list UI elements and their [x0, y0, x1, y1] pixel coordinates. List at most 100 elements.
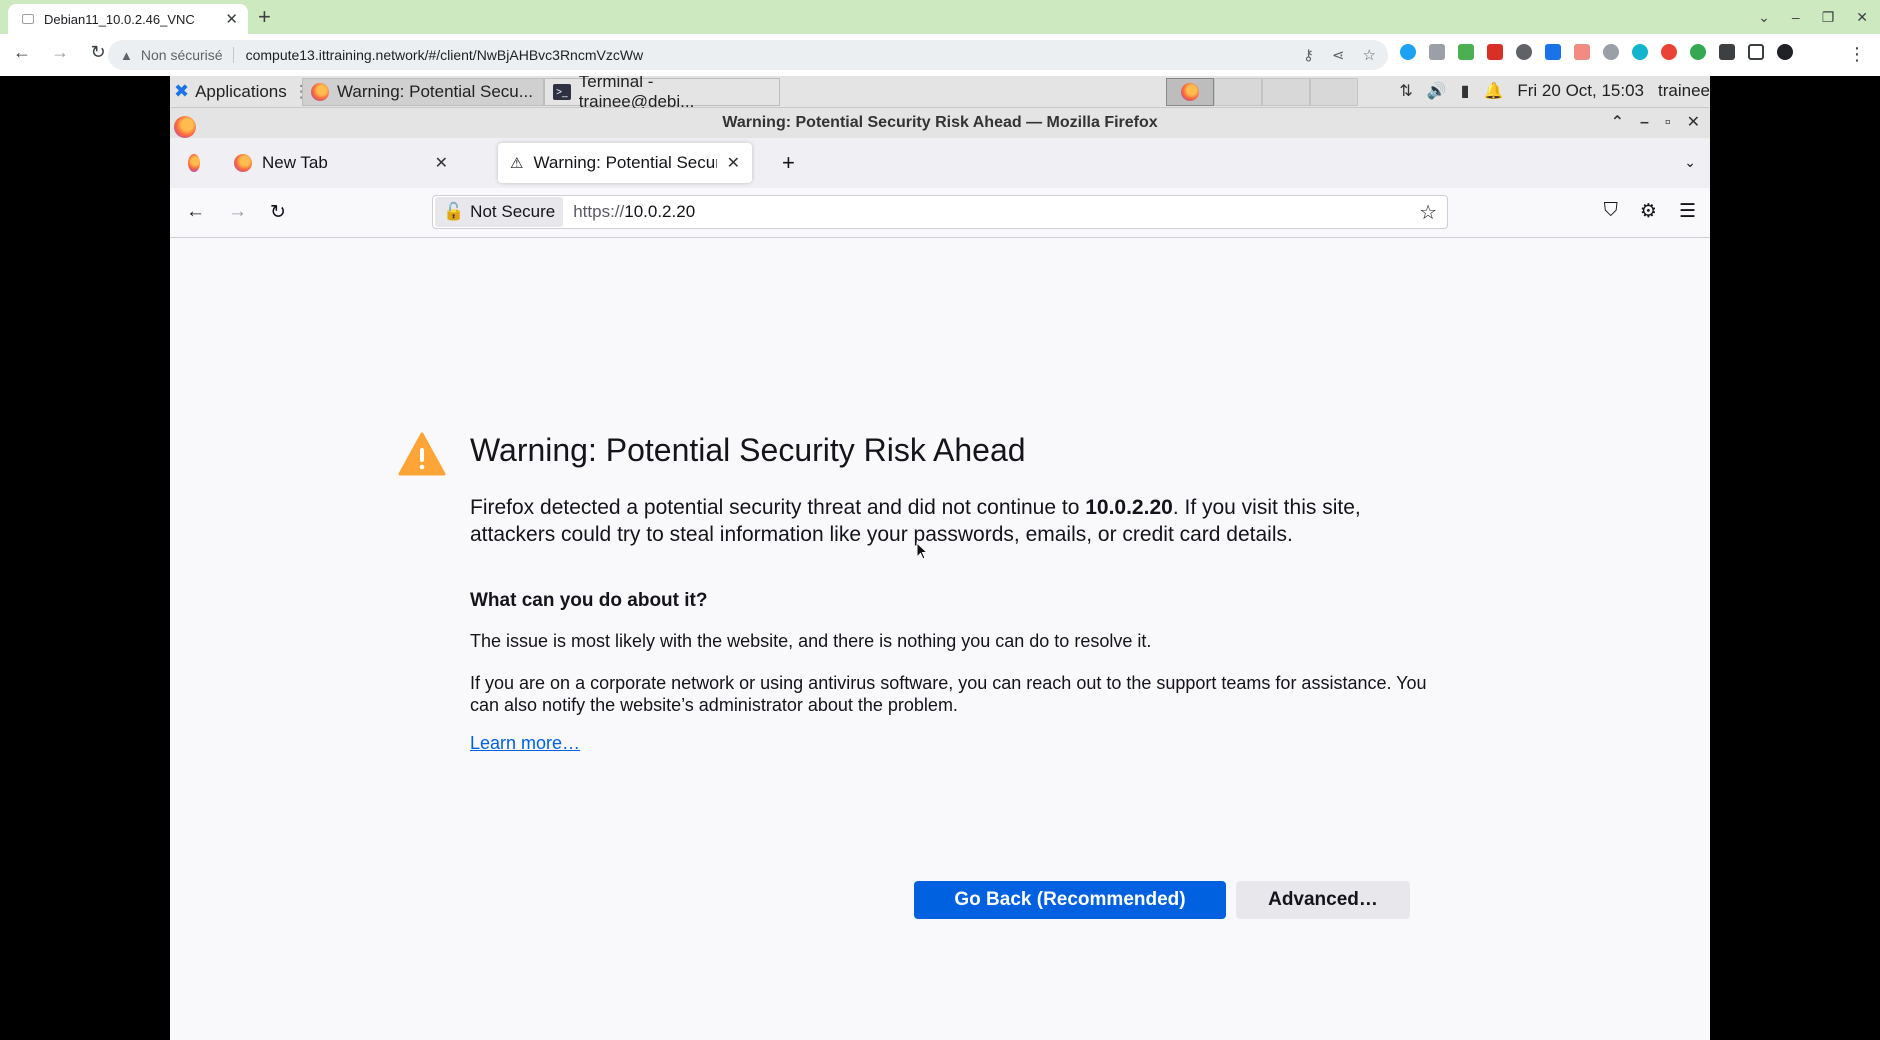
host-tab-title: Debian11_10.0.2.46_VNC — [44, 11, 195, 27]
network-icon[interactable]: ⇅ — [1399, 81, 1412, 101]
host-tab[interactable]: Debian11_10.0.2.46_VNC ✕ — [8, 4, 248, 34]
reload-icon[interactable]: ↻ — [86, 42, 110, 63]
link-extension-icon[interactable] — [1603, 44, 1619, 60]
firefox-window-controls: ⌃ – ▫ ✕ — [1611, 108, 1700, 138]
warning-description: Firefox detected a potential security th… — [470, 494, 1430, 548]
system-tray: ⇅ 🔊 ▮ 🔔 Fri 20 Oct, 15:03 trainee — [1399, 81, 1710, 101]
firefox-toolbar-actions: ⛉ ⚙ ☰ — [1604, 200, 1696, 223]
firefox-url-bar[interactable]: 🔓 Not Secure https://10.0.2.20 ☆ — [432, 195, 1448, 229]
url-scheme: https:// — [573, 202, 625, 221]
extension-icon[interactable] — [1429, 44, 1445, 60]
firefox-icon — [311, 83, 329, 101]
window-title: Warning: Potential Security Risk Ahead —… — [722, 114, 1158, 131]
restore-button[interactable]: ❐ — [1822, 4, 1835, 30]
host-nav-buttons: ← → ↻ — [10, 42, 110, 63]
workspace-4[interactable] — [1310, 78, 1358, 106]
volume-icon[interactable]: 🔊 — [1427, 81, 1447, 101]
username[interactable]: trainee — [1658, 81, 1710, 101]
back-arrow-icon[interactable]: ← — [186, 201, 205, 223]
pocket-icon[interactable]: ⛉ — [1604, 200, 1618, 223]
applications-menu[interactable]: ✖ Applications ⋮ — [174, 81, 310, 102]
page-title: Warning: Potential Security Risk Ahead — [470, 432, 1026, 468]
firefox-icon — [234, 154, 252, 172]
omnibox-actions: ⚷ ⋖ ☆ — [1303, 46, 1376, 64]
image-extension-icon[interactable] — [1574, 44, 1590, 60]
bookmark-star-icon[interactable]: ☆ — [1363, 46, 1376, 64]
bookmark-star-icon[interactable]: ☆ — [1419, 200, 1437, 225]
lastpass-extension-icon[interactable] — [1661, 44, 1677, 60]
puzzle-icon[interactable] — [1719, 44, 1735, 60]
shade-icon[interactable]: ⌃ — [1611, 108, 1624, 138]
download-extension-icon[interactable] — [1458, 44, 1474, 60]
workspace-2[interactable] — [1214, 78, 1262, 106]
notification-bell-icon[interactable]: 🔔 — [1483, 81, 1503, 101]
tab-label: Warning: Potential Securi — [533, 153, 717, 172]
learn-more-link[interactable]: Learn more… — [470, 733, 580, 754]
new-tab-button[interactable]: + — [258, 4, 271, 30]
calendar-extension-icon[interactable] — [1545, 44, 1561, 60]
forward-arrow-icon[interactable]: → — [228, 201, 247, 223]
skype-extension-icon[interactable] — [1400, 44, 1416, 60]
profile-avatar[interactable] — [1777, 44, 1793, 60]
extensions-puzzle-icon[interactable]: ⚙ — [1640, 200, 1657, 223]
firefox-titlebar: Warning: Potential Security Risk Ahead —… — [170, 108, 1710, 138]
circle-extension-icon[interactable] — [1632, 44, 1648, 60]
green-extension-icon[interactable] — [1690, 44, 1706, 60]
taskbar-item-terminal[interactable]: >_ Terminal - trainee@debi... — [544, 76, 780, 111]
reload-icon[interactable]: ↻ — [270, 201, 286, 224]
close-window-button[interactable]: ✕ — [1856, 4, 1868, 30]
close-icon[interactable]: ✕ — [225, 10, 238, 28]
maximize-button[interactable]: ▫ — [1665, 108, 1671, 138]
go-back-button[interactable]: Go Back (Recommended) — [914, 881, 1226, 919]
pinned-tab[interactable] — [176, 143, 212, 183]
mouse-pointer-icon — [916, 542, 928, 560]
terminal-icon: >_ — [553, 84, 571, 100]
close-window-button[interactable]: ✕ — [1687, 108, 1700, 138]
page-icon — [22, 14, 34, 24]
minimize-button[interactable]: – — [1640, 108, 1649, 138]
tab-new-tab[interactable]: New Tab ✕ — [222, 143, 460, 183]
share-icon[interactable]: ⋖ — [1332, 46, 1345, 64]
settings-extension-icon[interactable] — [1516, 44, 1532, 60]
list-all-tabs-icon[interactable]: ⌄ — [1684, 154, 1696, 171]
clock[interactable]: Fri 20 Oct, 15:03 — [1517, 81, 1644, 101]
kebab-menu-icon[interactable]: ⋮ — [1848, 44, 1866, 65]
advice-paragraph: If you are on a corporate network or usi… — [470, 673, 1427, 715]
hamburger-menu-icon[interactable]: ☰ — [1679, 200, 1696, 223]
close-icon[interactable]: ✕ — [435, 153, 448, 173]
battery-icon[interactable]: ▮ — [1461, 81, 1470, 101]
workspace-3[interactable] — [1262, 78, 1310, 106]
workspace-1[interactable] — [1166, 78, 1214, 106]
section-heading: What can you do about it? — [470, 590, 708, 611]
firefox-icon — [1181, 83, 1199, 101]
minimize-button[interactable]: – — [1792, 4, 1800, 30]
host-address-bar[interactable]: ▲ Non sécurisé compute13.ittraining.netw… — [108, 40, 1388, 70]
url-text[interactable]: https://10.0.2.20 — [573, 202, 695, 222]
warning-triangle-icon: ⚠ — [510, 155, 524, 172]
chevron-down-icon[interactable]: ⌄ — [1758, 4, 1770, 30]
new-tab-button[interactable]: + — [782, 150, 795, 176]
host-toolbar: ← → ↻ ▲ Non sécurisé compute13.ittrainin… — [0, 34, 1880, 76]
vnc-canvas[interactable]: ✖ Applications ⋮ Warning: Potential Secu… — [170, 76, 1710, 1040]
pdf-extension-icon[interactable] — [1487, 44, 1503, 60]
forward-arrow-icon[interactable]: → — [48, 42, 72, 63]
not-secure-indicator[interactable]: 🔓 Not Secure — [435, 197, 564, 227]
firefox-tab-strip: New Tab ✕ ⚠ Warning: Potential Securi ✕ … — [170, 138, 1710, 188]
advanced-button[interactable]: Advanced… — [1236, 881, 1410, 919]
back-arrow-icon[interactable]: ← — [10, 42, 34, 63]
sidepanel-icon[interactable] — [1748, 44, 1764, 60]
insecure-label[interactable]: Non sécurisé — [141, 47, 234, 63]
host-url-text[interactable]: compute13.ittraining.network/#/client/Nw… — [246, 47, 644, 63]
extensions-bar — [1400, 44, 1793, 60]
tab-label: New Tab — [262, 153, 328, 172]
xfce-top-panel: ✖ Applications ⋮ Warning: Potential Secu… — [170, 76, 1710, 111]
tab-warning[interactable]: ⚠ Warning: Potential Securi ✕ — [498, 143, 752, 183]
warning-triangle-icon[interactable]: ▲ — [120, 48, 133, 63]
key-icon[interactable]: ⚷ — [1303, 46, 1314, 64]
firefox-navbar: ← → ↻ 🔓 Not Secure https://10.0.2.20 ☆ ⛉… — [170, 188, 1710, 238]
close-icon[interactable]: ✕ — [727, 153, 740, 173]
workspace-switcher — [1166, 78, 1358, 106]
description-text: Firefox detected a potential security th… — [470, 496, 1086, 519]
applications-label: Applications — [195, 81, 287, 101]
taskbar-item-firefox[interactable]: Warning: Potential Secu... — [302, 78, 544, 106]
